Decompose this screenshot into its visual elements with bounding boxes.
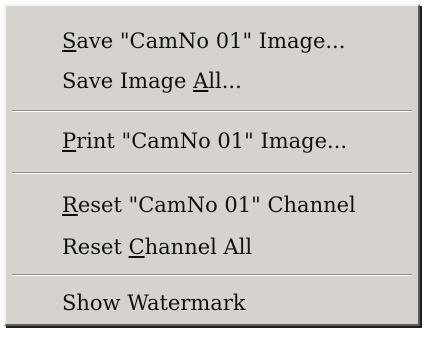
menu-item-text: ave "CamNo 01" Image... (76, 29, 346, 53)
reset-channel-all-item[interactable]: Reset Channel All (62, 230, 252, 264)
save-camno-image-item[interactable]: Save "CamNo 01" Image... (62, 24, 345, 58)
menu-separator (12, 274, 412, 276)
menu-item-accelerator: A (193, 69, 209, 93)
context-menu: Save "CamNo 01" Image... Save Image All.… (4, 4, 420, 326)
menu-separator (12, 110, 412, 112)
menu-item-accelerator: S (62, 29, 77, 53)
menu-item-text: hannel All (144, 235, 253, 259)
menu-item-accelerator: C (128, 235, 145, 259)
save-image-all-item[interactable]: Save Image All... (62, 64, 242, 98)
print-camno-image-item[interactable]: Print "CamNo 01" Image... (62, 124, 347, 158)
menu-item-accelerator: R (62, 193, 78, 217)
menu-item-text: Reset (62, 235, 129, 259)
menu-item-text: eset "CamNo 01" Channel (77, 193, 356, 217)
show-watermark-item[interactable]: Show Watermark (62, 286, 246, 320)
menu-separator (12, 172, 412, 174)
menu-item-text: rint "CamNo 01" Image... (76, 129, 348, 153)
menu-item-accelerator: P (62, 129, 77, 153)
menu-item-text: Show Watermark (62, 291, 246, 315)
menu-item-text: Save Image (62, 69, 194, 93)
menu-item-text: ll... (208, 69, 242, 93)
reset-camno-channel-item[interactable]: Reset "CamNo 01" Channel (62, 188, 356, 222)
